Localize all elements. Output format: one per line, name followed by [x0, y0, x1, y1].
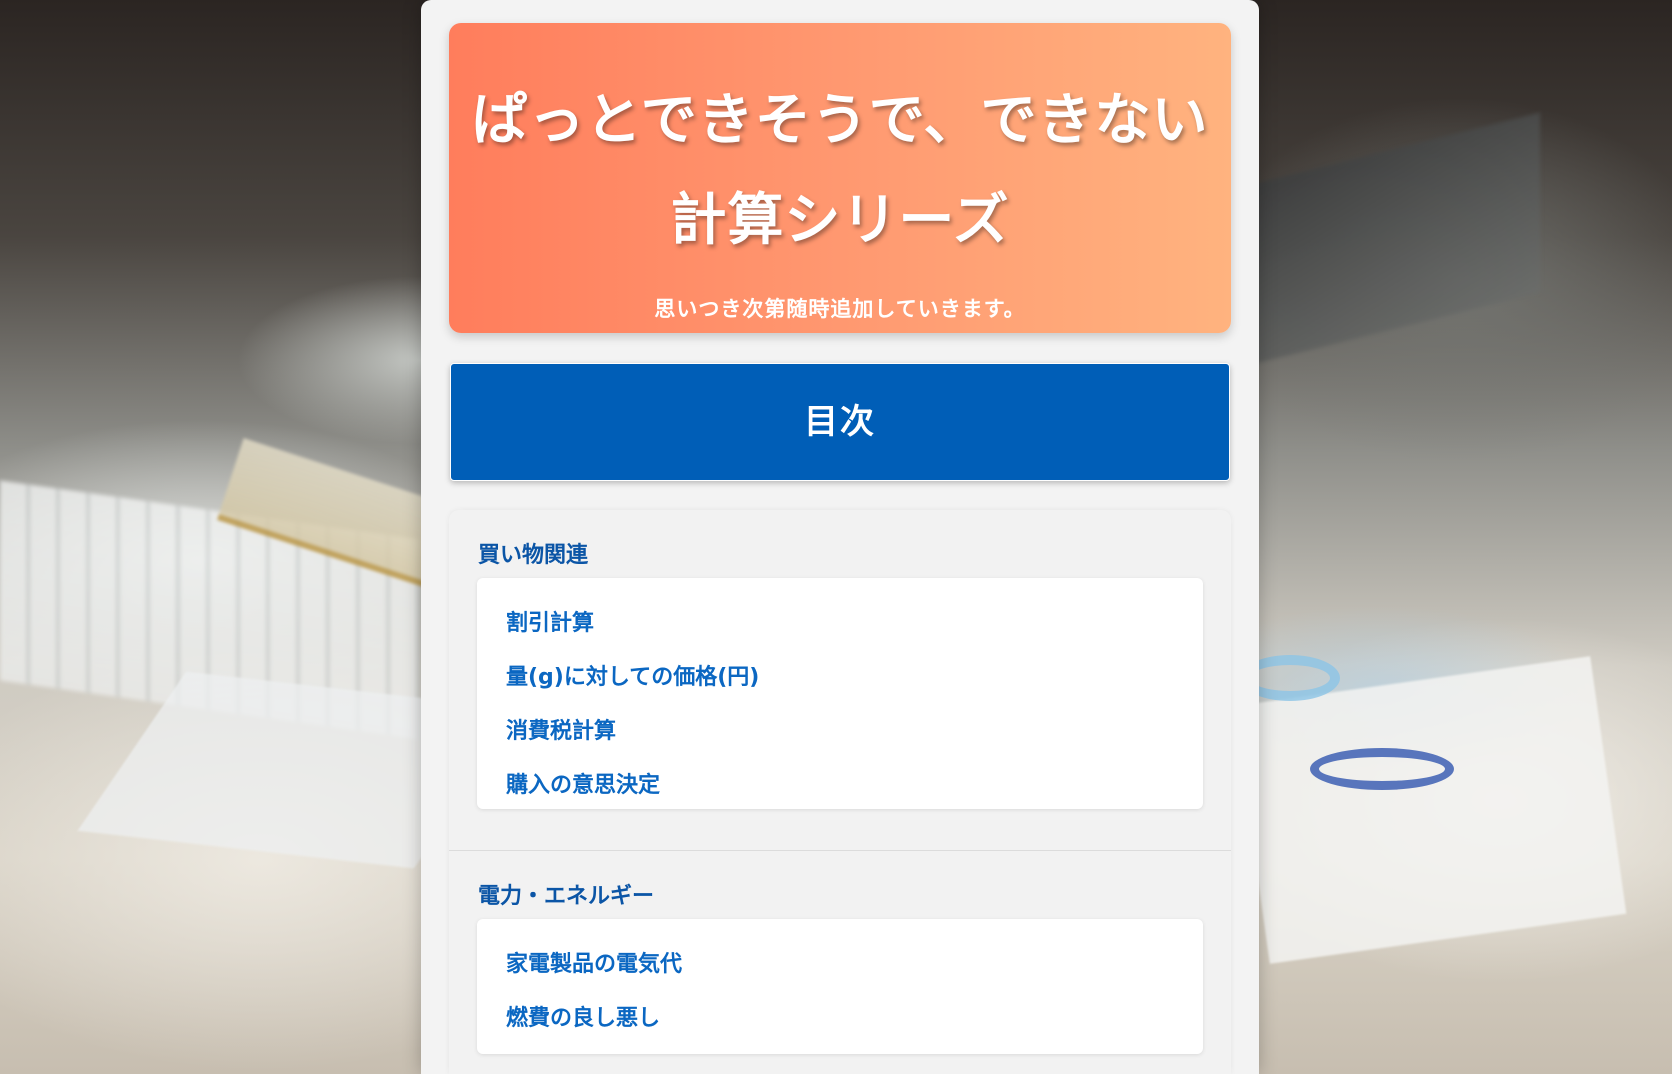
toc-list: 買い物関連 割引計算 量(g)に対しての価格(円) 消費税計算 購入の意思決定 …	[449, 510, 1231, 1074]
link-card: 家電製品の電気代 燃費の良し悪し	[477, 919, 1203, 1054]
page-title-line1: ぱっとできそうで、できない	[471, 88, 1209, 153]
category-title: 買い物関連	[478, 543, 589, 568]
main-panel: ぱっとできそうで、できない 計算シリーズ 思いつき次第随時追加していきます。 目…	[421, 0, 1259, 1074]
category-divider	[449, 850, 1231, 851]
link-fuel-efficiency[interactable]: 燃費の良し悪し	[506, 1000, 660, 1032]
category-title: 電力・エネルギー	[478, 884, 655, 909]
link-purchase-decision[interactable]: 購入の意思決定	[506, 767, 660, 799]
background-laptop	[1240, 112, 1540, 368]
page-title-line2: 計算シリーズ	[670, 188, 1010, 253]
toc-heading: 目次	[450, 363, 1230, 481]
hero-banner: ぱっとできそうで、できない 計算シリーズ 思いつき次第随時追加していきます。	[449, 23, 1231, 333]
link-consumption-tax[interactable]: 消費税計算	[506, 713, 616, 745]
link-price-per-gram[interactable]: 量(g)に対しての価格(円)	[506, 659, 759, 691]
background-chart-donut	[1310, 748, 1454, 790]
link-card: 割引計算 量(g)に対しての価格(円) 消費税計算 購入の意思決定	[477, 578, 1203, 809]
link-appliance-electricity[interactable]: 家電製品の電気代	[506, 946, 682, 978]
page-title: ぱっとできそうで、できない 計算シリーズ	[449, 23, 1231, 271]
page-subtitle: 思いつき次第随時追加していきます。	[654, 297, 1026, 321]
background-paper-right	[1233, 656, 1627, 964]
link-discount-calc[interactable]: 割引計算	[506, 605, 594, 637]
